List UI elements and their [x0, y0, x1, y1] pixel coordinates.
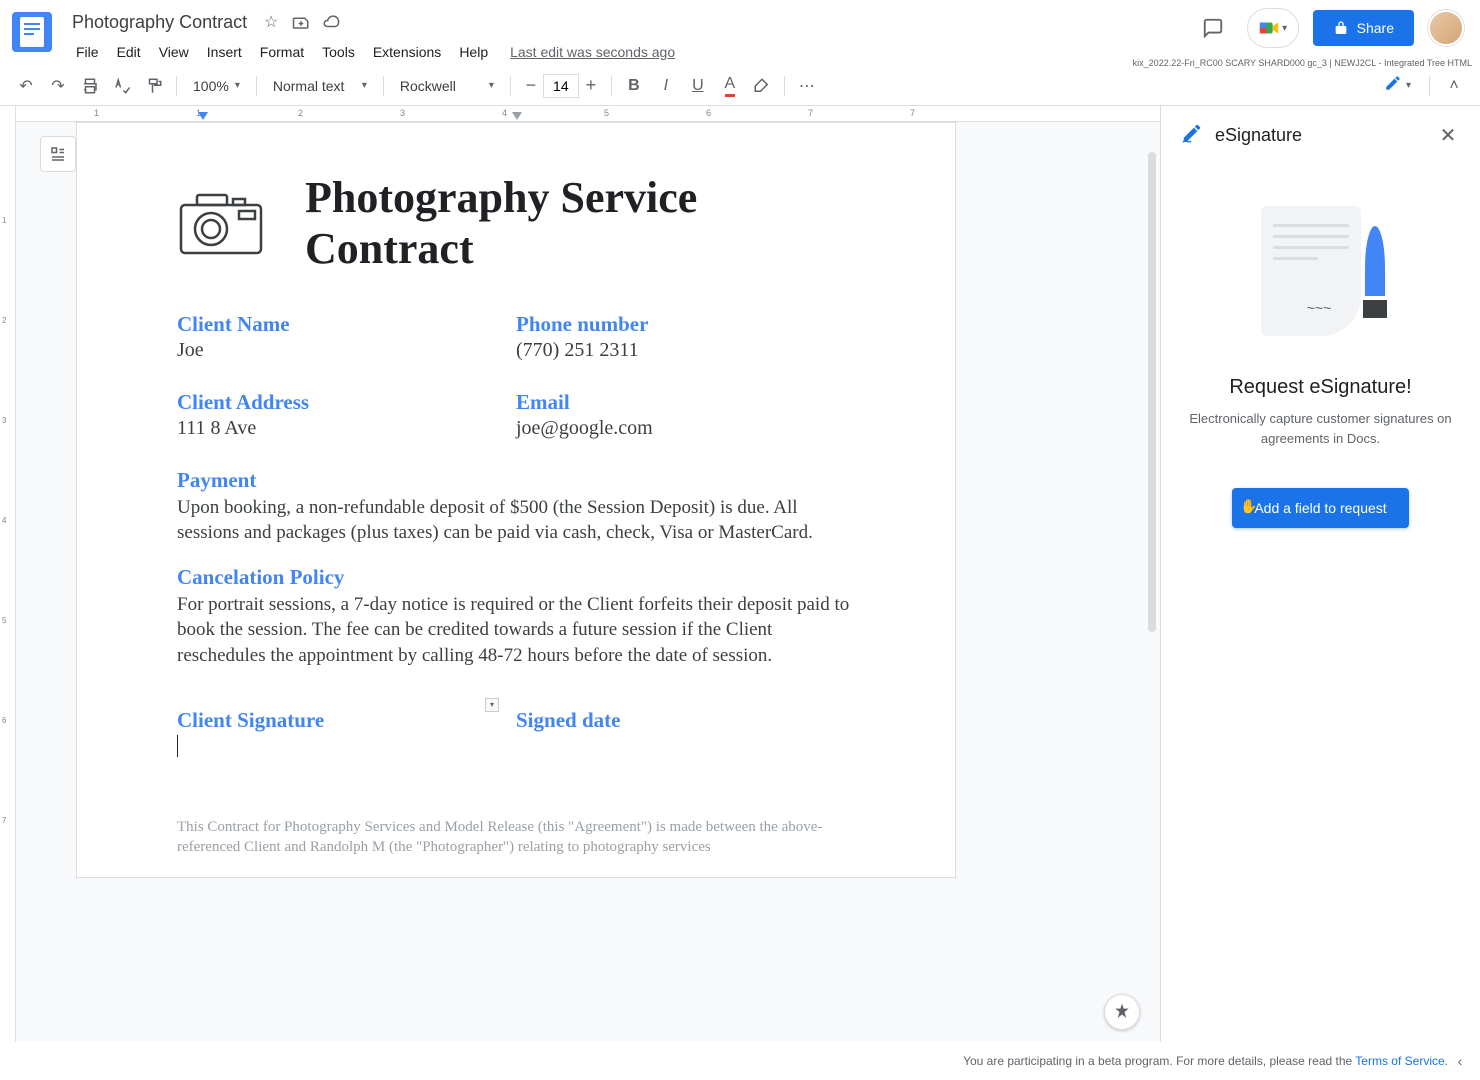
share-button[interactable]: Share — [1313, 10, 1414, 46]
field-label-cancellation: Cancelation Policy — [177, 565, 855, 590]
font-dropdown[interactable]: Rockwell▾ — [392, 74, 502, 98]
field-label-client-name: Client Name — [177, 312, 516, 337]
body-text-payment: Upon booking, a non-refundable deposit o… — [177, 495, 855, 545]
document-title[interactable]: Photography Contract — [68, 10, 251, 35]
collapse-toolbar-button[interactable]: ˄ — [1440, 72, 1468, 100]
italic-button[interactable]: I — [652, 72, 680, 100]
cursor-icon: ✋ — [1240, 498, 1257, 515]
title-area: Photography Contract ☆ File Edit View In… — [68, 8, 1193, 64]
camera-illustration-icon — [177, 189, 265, 259]
spellcheck-button[interactable] — [108, 72, 136, 100]
caret-down-icon: ▾ — [1282, 23, 1287, 34]
editing-mode-dropdown[interactable]: ▾ — [1376, 70, 1419, 101]
vertical-ruler: 1 2 3 4 5 6 7 — [0, 106, 16, 1042]
paint-format-button[interactable] — [140, 72, 168, 100]
bold-button[interactable]: B — [620, 72, 648, 100]
indent-marker-left-icon[interactable] — [198, 112, 208, 120]
main-area: 1 2 3 4 5 6 7 1 1 2 3 4 5 6 7 7 Photog — [0, 106, 1480, 1042]
lock-icon — [1333, 20, 1349, 36]
title-right: ▾ Share — [1193, 8, 1468, 48]
menubar: File Edit View Insert Format Tools Exten… — [68, 40, 1193, 64]
footer-text: This Contract for Photography Services a… — [177, 817, 855, 858]
styles-dropdown[interactable]: Normal text▾ — [265, 74, 375, 98]
decrease-font-button[interactable]: − — [519, 74, 543, 98]
bottom-bar: You are participating in a beta program.… — [0, 1042, 1480, 1080]
field-value-phone: (770) 251 2311 — [516, 339, 855, 362]
field-label-signature: Client Signature — [177, 708, 516, 733]
text-color-button[interactable]: A — [716, 72, 744, 100]
menu-file[interactable]: File — [68, 40, 107, 64]
body-text-cancellation: For portrait sessions, a 7-day notice is… — [177, 592, 855, 667]
menu-extensions[interactable]: Extensions — [365, 40, 449, 64]
menu-insert[interactable]: Insert — [199, 40, 250, 64]
vertical-scrollbar[interactable] — [1148, 122, 1160, 1042]
indent-marker-right-icon[interactable] — [512, 112, 522, 120]
horizontal-ruler[interactable]: 1 1 2 3 4 5 6 7 7 — [16, 106, 1160, 122]
menu-tools[interactable]: Tools — [314, 40, 363, 64]
field-value-email: joe@google.com — [516, 417, 855, 440]
close-panel-button[interactable]: ✕ — [1436, 124, 1460, 148]
menu-help[interactable]: Help — [451, 40, 496, 64]
field-label-signed-date: Signed date — [516, 708, 855, 733]
cloud-status-icon[interactable] — [321, 12, 341, 32]
field-label-address: Client Address — [177, 390, 516, 415]
star-icon[interactable]: ☆ — [261, 12, 281, 32]
field-label-payment: Payment — [177, 468, 855, 493]
redo-button[interactable]: ↷ — [44, 72, 72, 100]
highlight-button[interactable] — [748, 72, 776, 100]
panel-description: Electronically capture customer signatur… — [1185, 409, 1456, 448]
outline-toggle-button[interactable] — [40, 136, 76, 172]
font-size-input[interactable] — [543, 74, 579, 98]
account-avatar[interactable] — [1428, 10, 1464, 46]
expand-side-button[interactable]: ‹ — [1448, 1053, 1472, 1069]
titlebar: Photography Contract ☆ File Edit View In… — [0, 0, 1480, 66]
increase-font-button[interactable]: + — [579, 74, 603, 98]
field-value-client-name: Joe — [177, 339, 516, 362]
document-page[interactable]: Photography Service Contract Client Name… — [76, 122, 956, 878]
move-icon[interactable] — [291, 12, 311, 32]
field-label-phone: Phone number — [516, 312, 855, 337]
underline-button[interactable]: U — [684, 72, 712, 100]
print-button[interactable] — [76, 72, 104, 100]
debug-build-text: kix_2022.22-Fri_RC00 SCARY SHARD000 gc_3… — [1133, 58, 1472, 68]
section-dropdown-icon[interactable]: ▾ — [485, 698, 499, 712]
last-edit-link[interactable]: Last edit was seconds ago — [510, 44, 675, 60]
esignature-panel: eSignature ✕ ~~~ Request eSignature! Ele… — [1160, 106, 1480, 1042]
more-tools-button[interactable]: ⋯ — [793, 72, 821, 100]
field-label-email: Email — [516, 390, 855, 415]
share-label: Share — [1357, 20, 1394, 36]
explore-button[interactable] — [1104, 994, 1140, 1030]
add-field-button[interactable]: ✋ Add a field to request — [1232, 488, 1408, 528]
font-size-control: − + — [519, 74, 603, 98]
document-heading: Photography Service Contract — [305, 173, 855, 274]
panel-heading: Request eSignature! — [1229, 376, 1411, 399]
menu-view[interactable]: View — [151, 40, 197, 64]
docs-logo-icon[interactable] — [12, 12, 52, 52]
field-value-address: 111 8 Ave — [177, 417, 516, 440]
esignature-illustration: ~~~ — [1251, 206, 1391, 356]
add-field-label: Add a field to request — [1254, 500, 1386, 516]
menu-edit[interactable]: Edit — [109, 40, 149, 64]
canvas-area: 1 1 2 3 4 5 6 7 7 Photography Service Co… — [16, 106, 1160, 1042]
panel-title: eSignature — [1215, 125, 1424, 146]
text-cursor — [177, 735, 178, 757]
toolbar: ↶ ↷ 100%▾ Normal text▾ Rockwell▾ − + B I… — [0, 66, 1480, 106]
meet-button[interactable]: ▾ — [1247, 8, 1299, 48]
terms-link[interactable]: Terms of Service — [1355, 1054, 1444, 1068]
menu-format[interactable]: Format — [252, 40, 312, 64]
esignature-icon — [1181, 122, 1203, 149]
zoom-dropdown[interactable]: 100%▾ — [185, 74, 248, 98]
undo-button[interactable]: ↶ — [12, 72, 40, 100]
comments-button[interactable] — [1193, 8, 1233, 48]
pencil-icon — [1384, 74, 1402, 97]
beta-notice: You are participating in a beta program.… — [963, 1054, 1448, 1068]
